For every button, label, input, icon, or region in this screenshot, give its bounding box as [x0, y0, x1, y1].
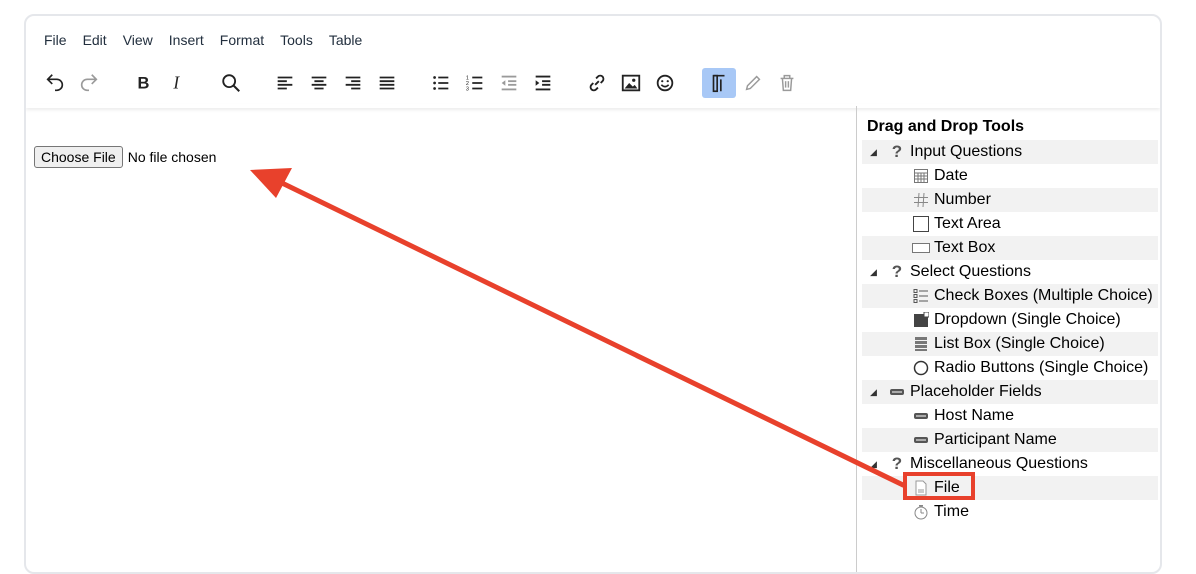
hash-icon — [912, 191, 930, 209]
tree-item-text-box[interactable]: Text Box — [862, 236, 1158, 260]
svg-text:3: 3 — [466, 86, 469, 92]
edit-icon[interactable] — [736, 68, 770, 98]
tree-item-number[interactable]: Number — [862, 188, 1158, 212]
textarea-icon — [912, 215, 930, 233]
collapse-triangle-icon[interactable]: ◢ — [870, 267, 882, 278]
menu-table[interactable]: Table — [321, 28, 370, 52]
tree-item-date[interactable]: Date — [862, 164, 1158, 188]
menu-tools[interactable]: Tools — [272, 28, 321, 52]
tree-item-list-box[interactable]: List Box (Single Choice) — [862, 332, 1158, 356]
editor-content[interactable]: Choose File No file chosen — [26, 106, 856, 572]
template-icon[interactable] — [702, 68, 736, 98]
panel-title: Drag and Drop Tools — [867, 118, 1025, 135]
menu-insert[interactable]: Insert — [161, 28, 212, 52]
link-icon[interactable] — [580, 68, 614, 98]
placeholder-icon — [912, 431, 930, 449]
numbered-list-icon[interactable]: 123 — [458, 68, 492, 98]
tree-group-input[interactable]: ◢ ? Input Questions — [862, 140, 1158, 164]
tree-item-text-area[interactable]: Text Area — [862, 212, 1158, 236]
emoji-icon[interactable] — [648, 68, 682, 98]
delete-icon[interactable] — [770, 68, 804, 98]
italic-icon[interactable]: I — [160, 68, 194, 98]
svg-text:I: I — [172, 73, 180, 93]
bullet-list-icon[interactable] — [424, 68, 458, 98]
question-icon: ? — [891, 454, 903, 473]
tools-tree: ◢ ? Input Questions Date Number Text Are… — [862, 140, 1158, 524]
align-left-icon[interactable] — [268, 68, 302, 98]
menu-format[interactable]: Format — [212, 28, 272, 52]
dropdown-icon — [912, 311, 930, 329]
calendar-grid-icon — [912, 167, 930, 185]
drag-drop-panel: Drag and Drop Tools ◢ ? Input Questions … — [856, 106, 1160, 572]
collapse-triangle-icon[interactable]: ◢ — [870, 387, 882, 398]
indent-icon[interactable] — [526, 68, 560, 98]
choose-file-button[interactable]: Choose File — [34, 146, 123, 168]
placeholder-icon — [888, 383, 906, 401]
image-icon[interactable] — [614, 68, 648, 98]
radio-icon — [912, 359, 930, 377]
tree-group-select[interactable]: ◢ ? Select Questions — [862, 260, 1158, 284]
tree-item-check-boxes[interactable]: Check Boxes (Multiple Choice) — [862, 284, 1158, 308]
clock-icon — [912, 503, 930, 521]
align-right-icon[interactable] — [336, 68, 370, 98]
tree-group-placeholder[interactable]: ◢ Placeholder Fields — [862, 380, 1158, 404]
menu-edit[interactable]: Edit — [75, 28, 115, 52]
question-icon: ? — [891, 142, 903, 161]
listbox-icon — [912, 335, 930, 353]
menubar: File Edit View Insert Format Tools Table — [26, 26, 370, 54]
justify-icon[interactable] — [370, 68, 404, 98]
editor-frame: File Edit View Insert Format Tools Table… — [24, 14, 1162, 574]
redo-icon[interactable] — [72, 68, 106, 98]
textbox-icon — [912, 239, 930, 257]
checklist-icon — [912, 287, 930, 305]
toolbar: B I 123 — [26, 66, 1160, 100]
align-center-icon[interactable] — [302, 68, 336, 98]
placeholder-icon — [912, 407, 930, 425]
question-icon: ? — [891, 262, 903, 281]
collapse-triangle-icon[interactable]: ◢ — [870, 147, 882, 158]
bold-icon[interactable]: B — [126, 68, 160, 98]
menu-view[interactable]: View — [115, 28, 161, 52]
tree-item-participant-name[interactable]: Participant Name — [862, 428, 1158, 452]
highlight-box — [903, 472, 975, 500]
tree-item-dropdown[interactable]: Dropdown (Single Choice) — [862, 308, 1158, 332]
search-icon[interactable] — [214, 68, 248, 98]
tree-item-host-name[interactable]: Host Name — [862, 404, 1158, 428]
menu-file[interactable]: File — [36, 28, 75, 52]
tree-item-time[interactable]: Time — [862, 500, 1158, 524]
svg-text:B: B — [138, 75, 150, 93]
file-input[interactable]: Choose File No file chosen — [34, 146, 216, 168]
tree-item-radio-buttons[interactable]: Radio Buttons (Single Choice) — [862, 356, 1158, 380]
undo-icon[interactable] — [38, 68, 72, 98]
outdent-icon[interactable] — [492, 68, 526, 98]
collapse-triangle-icon[interactable]: ◢ — [870, 459, 882, 470]
file-status: No file chosen — [127, 149, 217, 165]
